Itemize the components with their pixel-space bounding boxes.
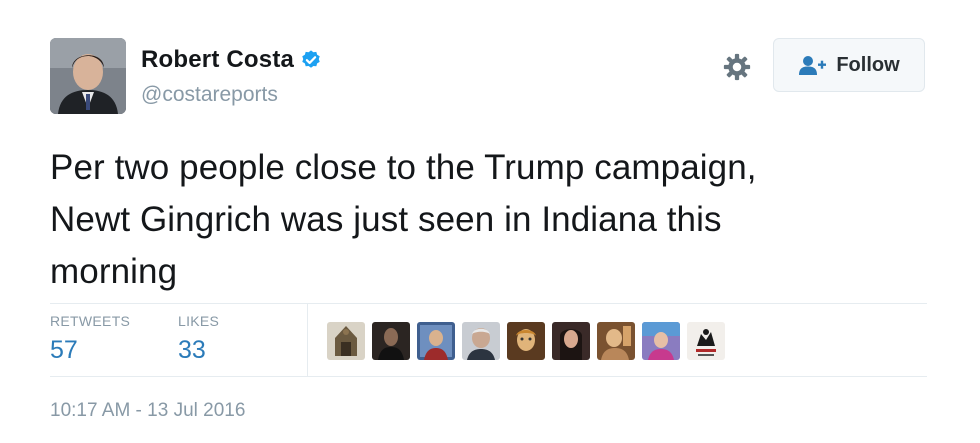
- liker-avatar-2-icon[interactable]: [372, 322, 410, 360]
- tweet-text: Per two people close to the Trump campai…: [50, 142, 930, 298]
- settings-gear-icon[interactable]: [722, 52, 752, 82]
- tweet-line: Per two people close to the Trump campai…: [50, 148, 757, 187]
- tweet-line: Newt Gingrich was just seen in Indiana t…: [50, 200, 722, 239]
- likes-stat[interactable]: LIKES 33: [178, 313, 219, 365]
- retweets-count: 57: [50, 336, 78, 364]
- user-handle[interactable]: @costareports: [141, 83, 278, 107]
- tweet-line: morning: [50, 252, 178, 291]
- liker-avatar-1-icon[interactable]: [327, 322, 365, 360]
- likers-list: [327, 322, 732, 360]
- add-user-icon: [799, 56, 827, 75]
- liker-avatar-8-icon[interactable]: [642, 322, 680, 360]
- likes-label: LIKES: [178, 313, 220, 329]
- liker-avatar-5-icon[interactable]: [507, 322, 545, 360]
- verified-badge-icon: [302, 50, 320, 68]
- profile-photo-icon: [50, 38, 126, 114]
- follow-button-label: Follow: [836, 53, 900, 76]
- likes-count: 33: [178, 336, 206, 364]
- stats-vertical-divider: [307, 304, 308, 376]
- stats-bottom-divider: [50, 376, 927, 377]
- retweets-label: RETWEETS: [50, 313, 131, 329]
- retweets-stat[interactable]: RETWEETS 57: [50, 313, 130, 365]
- liker-avatar-9-icon[interactable]: [687, 322, 725, 360]
- liker-avatar-4-icon[interactable]: [462, 322, 500, 360]
- stats-top-divider: [50, 303, 927, 304]
- user-name-row: Robert Costa: [141, 46, 322, 74]
- liker-avatar-3-icon[interactable]: [417, 322, 455, 360]
- liker-avatar-6-icon[interactable]: [552, 322, 590, 360]
- follow-button[interactable]: Follow: [773, 38, 925, 92]
- liker-avatar-7-icon[interactable]: [597, 322, 635, 360]
- tweet-timestamp[interactable]: 10:17 AM - 13 Jul 2016: [50, 400, 245, 422]
- profile-avatar[interactable]: [50, 38, 126, 114]
- user-name[interactable]: Robert Costa: [141, 46, 294, 74]
